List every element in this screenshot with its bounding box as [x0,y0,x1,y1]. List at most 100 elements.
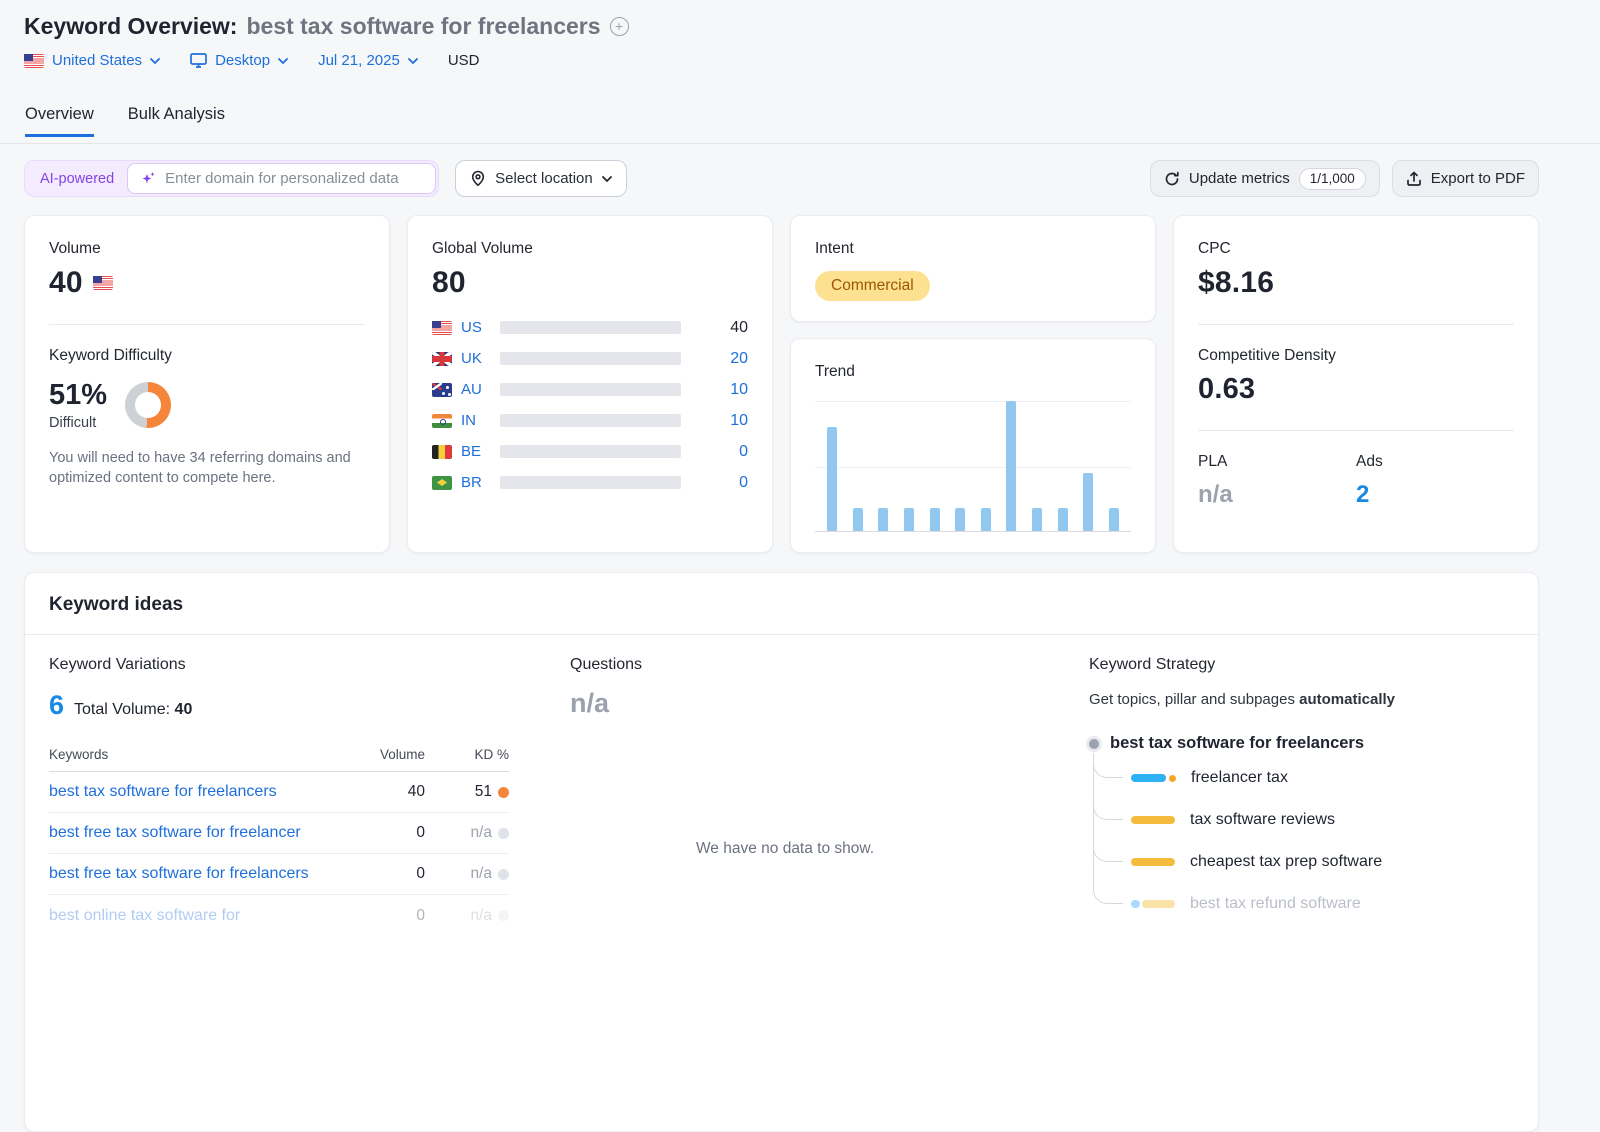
add-keyword-icon[interactable]: + [610,17,629,36]
refresh-icon [1164,171,1180,187]
kd-word: Difficult [49,415,107,431]
table-row: best online tax software for 0 n/a [49,895,509,936]
total-volume-value: 40 [175,701,193,718]
keyword-ideas-card: Keyword ideas Keyword Variations 6 Total… [24,572,1539,1132]
select-location-label: Select location [495,170,593,187]
country-code: AU [461,381,491,398]
keyword-kd: n/a [470,907,509,925]
filter-date[interactable]: Jul 21, 2025 [318,52,418,69]
divider [49,324,365,325]
strategy-child-node[interactable]: best tax refund software [1089,883,1539,925]
uk-flag-icon [432,352,452,366]
tab-bulk-analysis[interactable]: Bulk Analysis [128,105,225,137]
questions-value: n/a [570,688,990,719]
global-volume-label: Global Volume [432,240,748,258]
toolbar: AI-powered Select location Update metric… [24,160,1539,197]
keyword-link[interactable]: best tax software for freelancers [49,783,277,800]
page-title-label: Keyword Overview: [24,13,237,40]
trend-bar [981,508,991,531]
volume-bar [500,321,681,334]
volume-bar [500,445,681,458]
filter-bar: United States Desktop Jul 21, 2025 USD [24,52,480,69]
country-code: BR [461,474,491,491]
us-flag-icon [24,54,44,68]
ads-label: Ads [1356,453,1514,471]
keyword-volume: 0 [367,907,425,925]
chevron-down-icon [150,58,160,64]
keyword-volume: 0 [367,824,425,842]
ads-value[interactable]: 2 [1356,481,1514,509]
chevron-down-icon [602,176,612,182]
domain-input-wrap [127,163,436,194]
trend-bar [878,508,888,531]
keyword-volume: 40 [367,783,425,801]
filter-date-label: Jul 21, 2025 [318,52,400,69]
select-location-button[interactable]: Select location [455,160,627,197]
ai-domain-group: AI-powered [24,160,439,197]
sparkle-icon [140,170,157,187]
strategy-child-label: tax software reviews [1190,811,1335,829]
topic-pill-icon [1131,900,1175,908]
trend-bar [1058,508,1068,531]
update-metrics-label: Update metrics [1189,170,1290,187]
keyword-volume: 0 [367,865,425,883]
strategy-child-node[interactable]: tax software reviews [1089,799,1539,841]
tab-overview[interactable]: Overview [25,105,94,137]
trend-bar [904,508,914,531]
topic-pill-icon [1131,774,1176,782]
export-pdf-button[interactable]: Export to PDF [1392,160,1539,197]
empty-state-message: We have no data to show. [545,840,1025,858]
kd-label: Keyword Difficulty [49,347,365,365]
desktop-icon [190,53,207,68]
au-flag-icon [432,383,452,397]
keyword-link[interactable]: best free tax software for freelancer [49,824,301,841]
keyword-link[interactable]: best free tax software for freelancers [49,865,309,882]
update-metrics-button[interactable]: Update metrics 1/1,000 [1150,160,1380,197]
strategy-root-node[interactable]: best tax software for freelancers [1089,734,1539,753]
global-volume-row: AU10 [432,374,748,405]
export-icon [1406,171,1422,187]
filter-location-label: United States [52,52,142,69]
volume-bar [500,352,681,365]
intent-card: Intent Commercial [790,215,1156,322]
volume-bar [500,414,681,427]
cpc-value: $8.16 [1198,266,1514,300]
keyword-kd: 51 [475,783,509,801]
country-volume-value: 10 [704,412,748,430]
tree-connector [1093,753,1123,904]
global-volume-row: UK20 [432,343,748,374]
trend-label: Trend [815,363,1131,381]
volume-label: Volume [49,240,365,258]
topic-pill-icon [1131,858,1175,866]
page-title-keyword: best tax software for freelancers [246,13,600,40]
trend-bar [827,427,837,531]
domain-input[interactable] [165,170,423,187]
filter-location[interactable]: United States [24,52,160,69]
pla-value: n/a [1198,481,1356,509]
kd-donut-chart [125,382,171,428]
tabs-divider [0,143,1600,144]
keyword-link[interactable]: best online tax software for [49,907,240,924]
table-row: best free tax software for freelancers0n… [49,854,509,895]
keyword-variations-label: Keyword Variations [49,656,531,674]
filter-device[interactable]: Desktop [190,52,288,69]
global-volume-bars: US40UK20AU10IN10BE0BR0 [432,312,748,498]
table-header: Keywords Volume KD % [49,747,509,772]
intent-label: Intent [815,240,1131,258]
intent-badge[interactable]: Commercial [815,271,930,301]
variations-count[interactable]: 6 [49,690,64,721]
trend-bar [1006,401,1016,531]
kd-dot-icon [498,828,509,839]
trend-bar [955,508,965,531]
ai-powered-badge: AI-powered [27,171,127,187]
cpc-label: CPC [1198,240,1514,258]
keyword-strategy-label: Keyword Strategy [1089,656,1539,674]
keyword-strategy-tree: best tax software for freelancers freela… [1089,734,1539,925]
trend-bar [1109,508,1119,531]
strategy-child-label: freelancer tax [1191,769,1288,787]
keyword-variations-table: Keywords Volume KD % best tax software f… [49,747,509,936]
kd-note: You will need to have 34 referring domai… [49,449,365,488]
volume-card: Volume 40 Keyword Difficulty 51% Difficu… [24,215,390,553]
strategy-child-node[interactable]: cheapest tax prep software [1089,841,1539,883]
strategy-child-node[interactable]: freelancer tax [1089,757,1539,799]
